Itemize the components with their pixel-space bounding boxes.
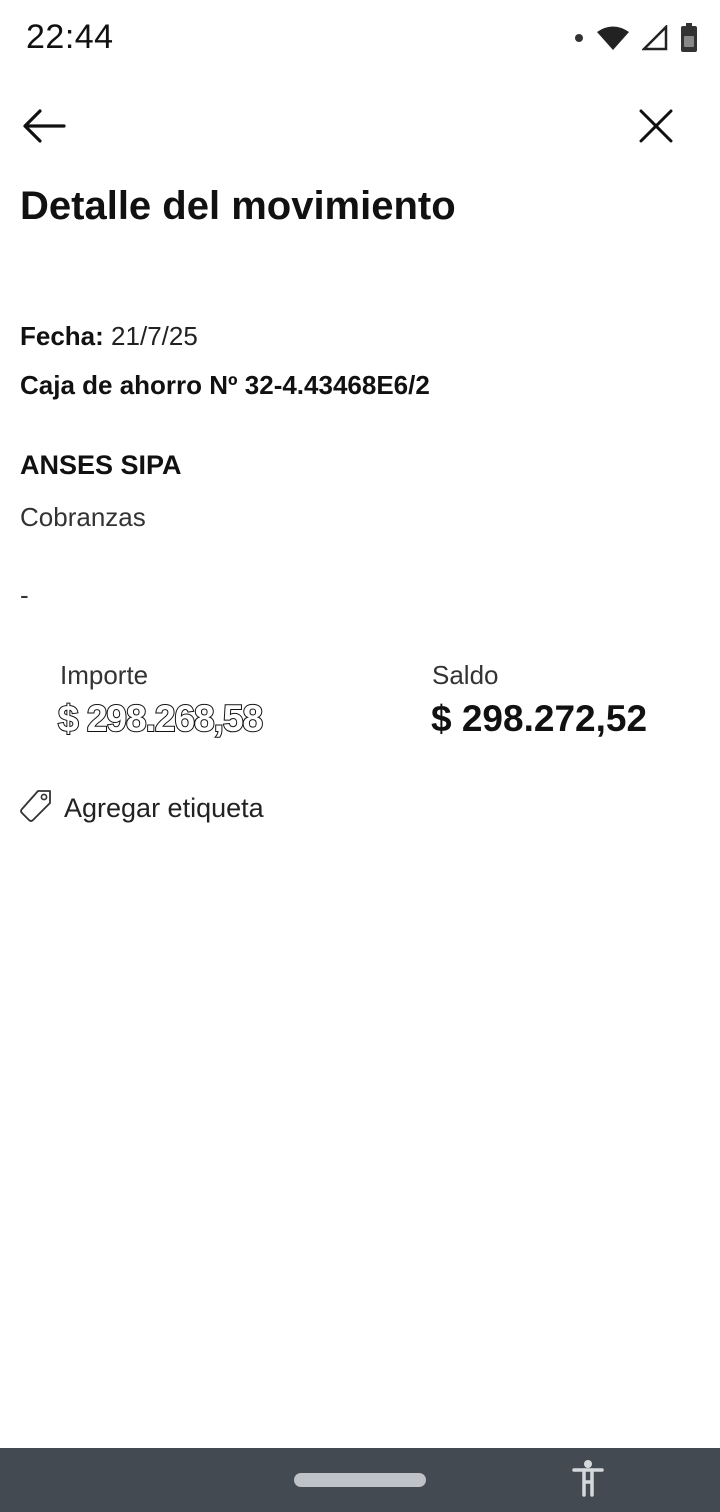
arrow-left-icon [22, 108, 66, 149]
accessibility-button[interactable] [566, 1458, 610, 1502]
tag-icon [18, 788, 54, 829]
fecha-label: Fecha: [20, 321, 104, 351]
status-time: 22:44 [26, 18, 114, 56]
importe-label: Importe [60, 660, 149, 690]
fecha-row: Fecha: 21/7/25 [20, 321, 198, 352]
status-icons [574, 20, 698, 56]
close-button[interactable] [630, 104, 682, 152]
home-gesture-handle[interactable] [294, 1473, 426, 1487]
signal-icon [642, 25, 668, 51]
movement-note: - [20, 580, 29, 610]
add-tag-button[interactable]: Agregar etiqueta [18, 786, 264, 830]
saldo-value: $ 298.272,52 [431, 698, 648, 739]
importe-value: $ 298.268,58 [57, 697, 264, 740]
system-nav-bar [0, 1448, 720, 1512]
saldo-label: Saldo [432, 660, 499, 690]
fecha-value: 21/7/25 [111, 321, 198, 351]
battery-icon [680, 23, 698, 53]
merchant-name: ANSES SIPA [20, 450, 182, 480]
status-bar: 22:44 [0, 0, 720, 76]
notification-dot-icon [574, 33, 584, 43]
back-button[interactable] [18, 104, 70, 152]
wifi-icon [596, 25, 630, 51]
accessibility-icon [571, 1459, 605, 1502]
page-title: Detalle del movimiento [20, 184, 456, 228]
movement-category: Cobranzas [20, 502, 146, 532]
account-number: Caja de ahorro Nº 32-4.43468E6/2 [20, 370, 430, 400]
add-tag-label: Agregar etiqueta [64, 792, 264, 823]
close-icon [638, 108, 674, 149]
